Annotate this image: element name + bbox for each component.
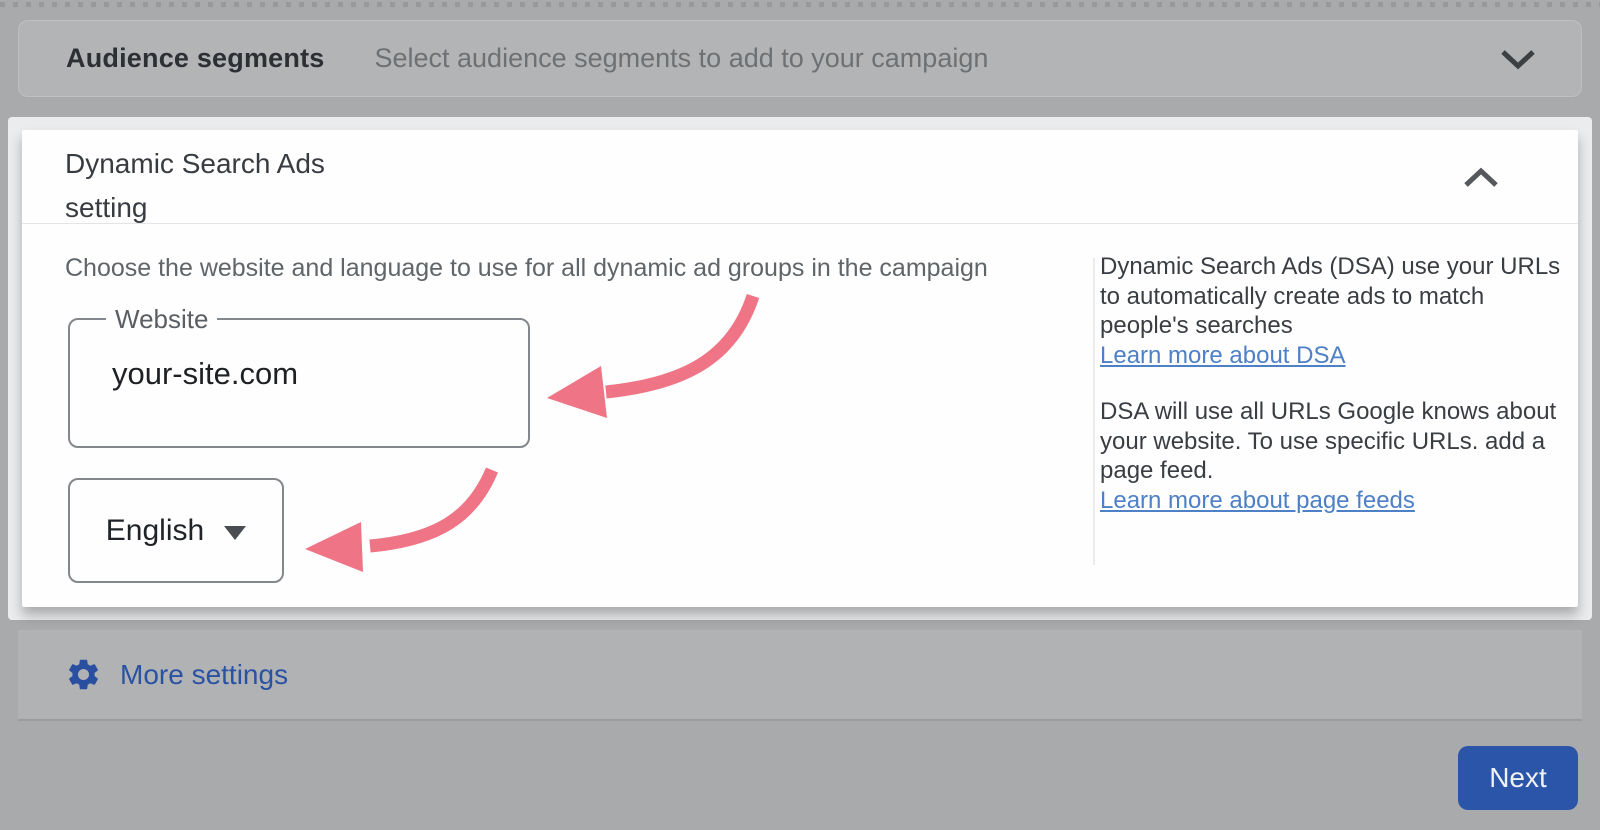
audience-segments-panel[interactable]: Audience segments Select audience segmen… (18, 20, 1582, 97)
dsa-help-paragraph-2: DSA will use all URLs Google knows about… (1100, 397, 1568, 486)
dsa-panel-header: Dynamic Search Ads setting (65, 142, 405, 230)
language-select-value: English (106, 514, 204, 548)
audience-segments-title: Audience segments (66, 43, 324, 74)
website-field[interactable]: Website (68, 318, 530, 448)
dsa-setting-panel: Dynamic Search Ads setting Choose the we… (22, 130, 1578, 607)
campaign-settings-page: Audience segments Select audience segmen… (0, 0, 1600, 830)
dsa-help-paragraph-1: Dynamic Search Ads (DSA) use your URLs t… (1100, 252, 1568, 341)
more-settings-label: More settings (120, 659, 288, 691)
header-divider (22, 223, 1578, 224)
dsa-help-column: Dynamic Search Ads (DSA) use your URLs t… (1100, 252, 1568, 515)
learn-more-page-feeds-link[interactable]: Learn more about page feeds (1100, 486, 1415, 516)
language-select[interactable]: English (68, 478, 284, 583)
triangle-down-icon (224, 526, 246, 540)
top-dashed-divider (0, 2, 1600, 7)
chevron-up-icon[interactable] (1462, 166, 1500, 190)
next-button[interactable]: Next (1458, 746, 1578, 810)
gear-icon (65, 656, 102, 693)
dsa-panel-title: Dynamic Search Ads setting (65, 142, 405, 230)
chevron-down-icon[interactable] (1499, 47, 1537, 71)
website-input[interactable] (112, 356, 492, 392)
help-column-divider (1093, 258, 1095, 565)
website-field-label: Website (106, 304, 217, 335)
audience-segments-subtitle: Select audience segments to add to your … (374, 43, 988, 74)
learn-more-dsa-link[interactable]: Learn more about DSA (1100, 341, 1345, 371)
dsa-description: Choose the website and language to use f… (65, 254, 1065, 283)
more-settings-row[interactable]: More settings (18, 630, 1582, 721)
